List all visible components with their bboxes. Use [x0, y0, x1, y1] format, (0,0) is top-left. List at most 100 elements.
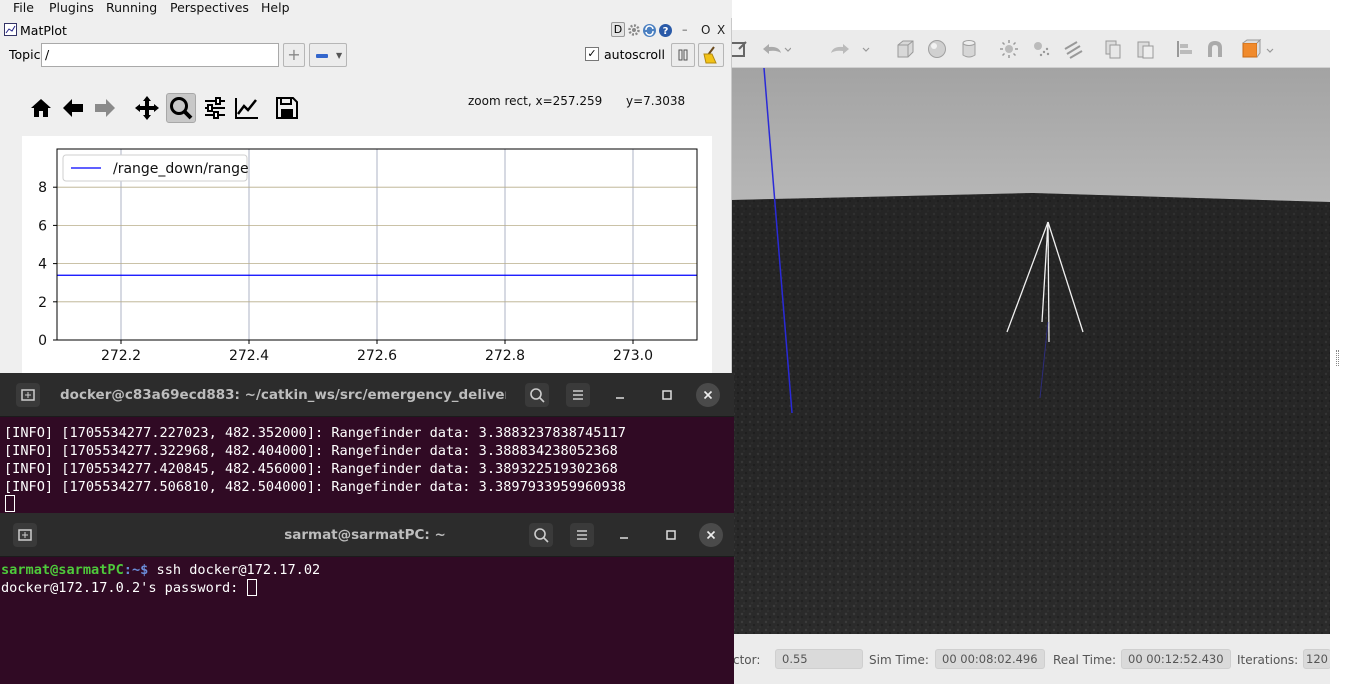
zoom-button-active[interactable] [166, 93, 196, 123]
pause-icon [678, 49, 688, 61]
password-line: docker@172.17.0.2's password: [1, 579, 257, 597]
undo-icon[interactable] [759, 39, 791, 59]
terminal-cursor [246, 579, 257, 596]
terminal-cursor [5, 495, 15, 512]
topic-input-value: / [45, 47, 50, 62]
menu-button[interactable] [570, 523, 594, 547]
snap-magnet-icon[interactable] [1205, 39, 1225, 59]
screenshot-icon[interactable] [1241, 39, 1275, 59]
gazebo-status-bar: ctor: 0.55 Sim Time: 00 00:08:02.496 Rea… [729, 634, 1331, 684]
pause-button[interactable] [671, 43, 695, 67]
search-icon [530, 388, 545, 403]
hamburger-icon [573, 390, 583, 400]
box-shape-icon[interactable] [895, 39, 915, 59]
minimize-button[interactable] [608, 383, 632, 407]
remove-topic-dropdown[interactable]: ▼ [309, 43, 347, 67]
pan-icon[interactable] [134, 95, 160, 121]
splitter-handle[interactable] [1336, 350, 1339, 366]
matplot-icon [4, 23, 17, 36]
menu-file[interactable]: File [13, 0, 34, 15]
copy-icon[interactable] [1103, 39, 1123, 59]
back-arrow-icon[interactable] [60, 95, 86, 121]
menu-perspectives[interactable]: Perspectives [170, 0, 249, 15]
iterations-value: 120 [1303, 649, 1331, 669]
plot-area[interactable]: 272.2 272.4 272.6 272.8 273.0 0 2 4 6 8 /range_do… [22, 136, 712, 376]
point-light-icon[interactable] [999, 39, 1019, 59]
minimize-button[interactable]: – [682, 23, 688, 36]
redo-icon[interactable] [821, 39, 871, 59]
topic-input[interactable]: / [41, 43, 279, 67]
zoom-rect-y-readout: y=7.3038 [626, 94, 686, 108]
maximize-button[interactable] [659, 523, 683, 547]
zoom-rect-x-readout: zoom rect, x=257.259 [468, 94, 603, 108]
maximize-icon [666, 530, 676, 540]
search-button[interactable] [525, 383, 549, 407]
real-time-value: 00 00:12:52.430 [1121, 649, 1231, 669]
autoscroll-checkbox[interactable]: ✓ [585, 47, 599, 61]
matplotlib-toolbar: zoom rect, x=257.259 y=7.3038 [22, 90, 712, 130]
desktop: { "menubar": {"items": ["File","Plugins"… [0, 0, 1350, 684]
y-tick-label: 4 [38, 257, 47, 273]
command-line: sarmat@sarmatPC:~$ ssh docker@172.17.02 [1, 561, 320, 579]
new-tab-button[interactable] [16, 383, 40, 407]
cylinder-shape-icon[interactable] [959, 39, 979, 59]
background-edge [1330, 30, 1350, 684]
topic-label: Topic [9, 47, 41, 62]
minimize-button[interactable] [612, 523, 636, 547]
x-tick-label: 272.6 [357, 348, 397, 364]
directional-light-icon[interactable] [1063, 39, 1083, 59]
save-icon[interactable] [274, 95, 300, 121]
sky [732, 68, 1330, 208]
terminal-host-header: sarmat@sarmatPC: ~ [0, 513, 734, 557]
new-tab-button[interactable] [13, 523, 37, 547]
menu-help[interactable]: Help [261, 0, 290, 15]
x-tick-label: 272.4 [229, 348, 269, 364]
close-plugin-button[interactable]: X [717, 23, 725, 37]
log-line: [INFO] [1705534277.506810, 482.504000]: … [4, 479, 626, 495]
gazebo-window: ctor: 0.55 Sim Time: 00 00:08:02.496 Rea… [728, 30, 1331, 684]
reload-icon[interactable] [642, 23, 657, 38]
terminal-host[interactable]: sarmat@sarmatPC: ~ sarmat@sarmatPC:~$ ss… [0, 513, 734, 684]
sphere-shape-icon[interactable] [927, 39, 947, 59]
password-prompt: docker@172.17.0.2's password: [1, 580, 247, 596]
dock-button[interactable]: D [611, 22, 625, 37]
plus-icon: + [287, 45, 301, 64]
prompt-path: :~$ [123, 562, 157, 578]
edit-axis-icon[interactable] [234, 95, 260, 121]
prompt-user: sarmat@sarmatPC [1, 562, 124, 578]
minus-icon [316, 54, 328, 58]
broom-icon [703, 46, 717, 64]
real-time-factor-value: 0.55 [775, 649, 863, 669]
sim-time-label: Sim Time: [869, 653, 929, 667]
terminal-docker[interactable]: docker@c83a69ecd883: ~/catkin_ws/src/eme… [0, 373, 734, 515]
close-button[interactable] [699, 523, 723, 547]
close-button[interactable] [696, 383, 720, 407]
close-icon [703, 390, 713, 400]
menu-running[interactable]: Running [106, 0, 157, 15]
gazebo-3d-viewport[interactable] [732, 68, 1330, 634]
home-icon[interactable] [28, 95, 54, 121]
help-icon[interactable]: ? [658, 23, 673, 38]
maximize-button[interactable] [655, 383, 679, 407]
menu-plugins[interactable]: Plugins [49, 0, 94, 15]
configure-subplots-icon[interactable] [202, 95, 228, 121]
add-topic-button[interactable]: + [283, 43, 305, 67]
settings-gear-icon[interactable] [627, 23, 641, 37]
translate-mode-icon[interactable] [729, 39, 749, 59]
y-tick-label: 8 [38, 180, 47, 196]
svg-text:?: ? [663, 26, 669, 37]
log-line: [INFO] [1705534277.227023, 482.352000]: … [4, 425, 626, 441]
search-button[interactable] [529, 523, 553, 547]
menu-button[interactable] [566, 383, 590, 407]
zoom-icon [170, 97, 193, 120]
y-tick-label: 6 [38, 218, 47, 234]
spot-light-icon[interactable] [1031, 39, 1051, 59]
float-button[interactable]: O [701, 23, 710, 37]
forward-arrow-icon[interactable] [92, 95, 118, 121]
paste-icon[interactable] [1135, 39, 1155, 59]
plugin-title: MatPlot [20, 23, 67, 38]
gazebo-toolbar [729, 30, 1331, 68]
iterations-label: Iterations: [1237, 653, 1299, 667]
clear-button[interactable] [698, 43, 724, 67]
align-icon[interactable] [1175, 39, 1195, 59]
